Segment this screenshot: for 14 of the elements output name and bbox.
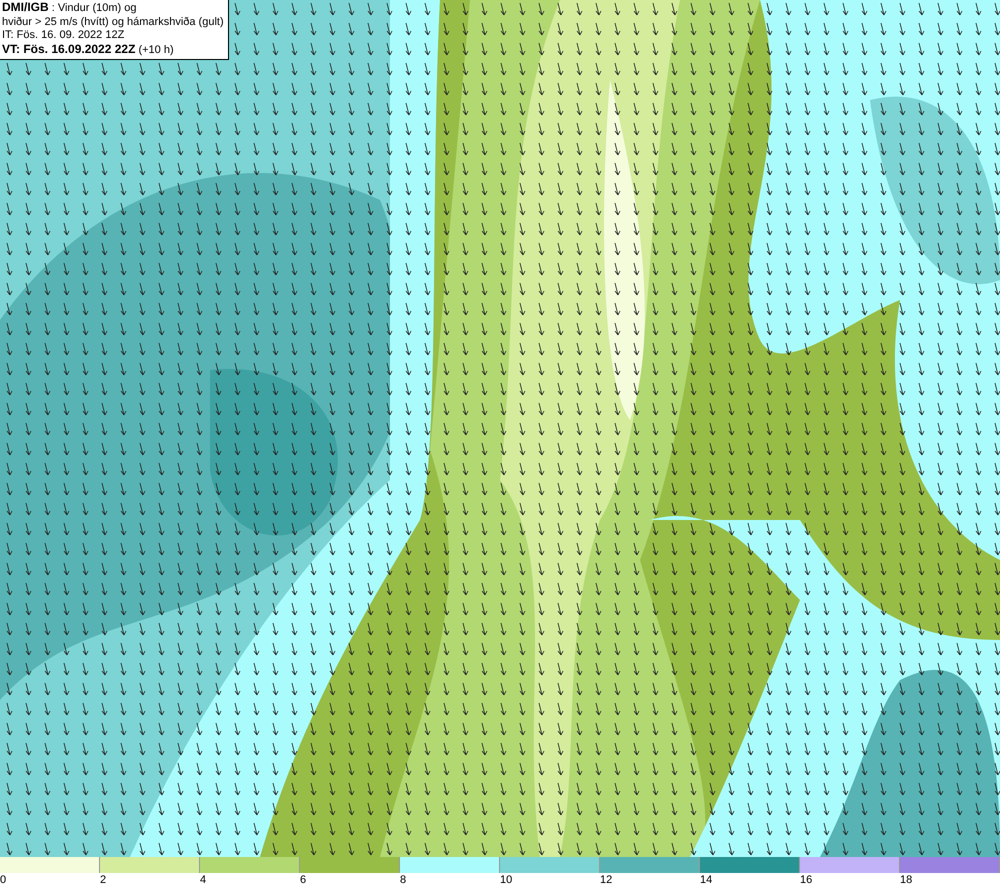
info-text: IT: Fös. 16. 09. 2022 12Z	[2, 29, 126, 42]
legend-tick-label: 6	[300, 873, 306, 887]
info-text: hviður > 25 m/s (hvítt) og hámarkshviða (gult)	[2, 16, 224, 29]
legend-tick-label: 16	[800, 873, 812, 887]
legend-tick-label: 12	[600, 873, 612, 887]
legend-tick-label: 14	[700, 873, 712, 887]
legend-tick-label: 0	[0, 873, 6, 887]
legend-tick-label: 4	[200, 873, 206, 887]
legend-tick-label: 8	[400, 873, 406, 887]
info-text: VT: Fös. 16.09.2022 22Z (+10 h)	[2, 42, 175, 57]
legend-tick-label: 10	[500, 873, 512, 887]
legend-tick-label: 2	[100, 873, 106, 887]
info-text: DMI/IGB : Vindur (10m) og	[2, 1, 138, 16]
legend-tick-label: 18	[900, 873, 912, 887]
